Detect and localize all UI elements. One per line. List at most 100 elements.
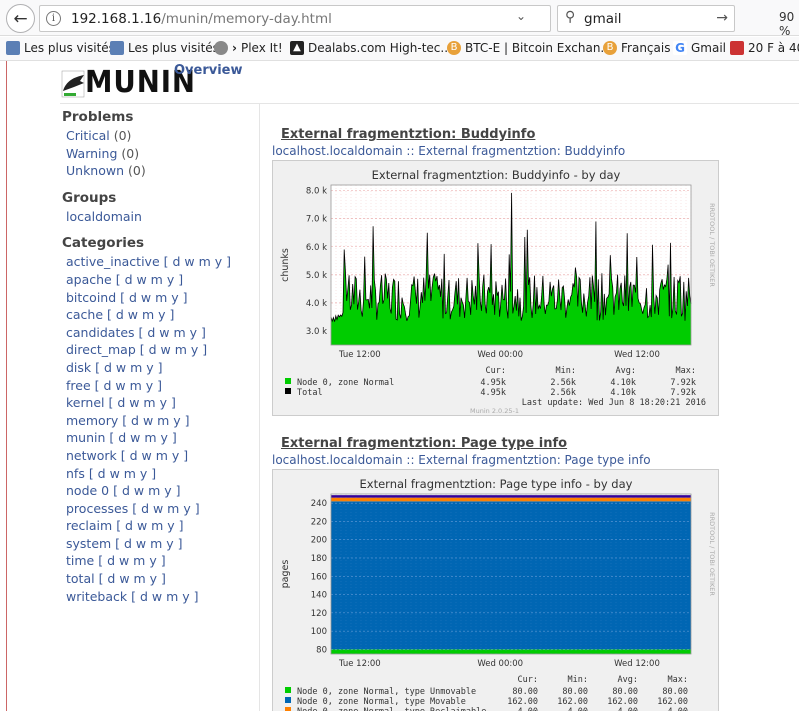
period-links[interactable]: [ d w m y ]	[120, 290, 187, 305]
bookmark-item[interactable]: Les plus visités	[110, 41, 219, 55]
category-link[interactable]: network	[66, 448, 121, 463]
search-icon: ⚲	[565, 9, 576, 25]
graph-section-buddyinfo: External fragmentztion: Buddyinfo localh…	[272, 127, 719, 416]
period-links[interactable]: [ d w m y ]	[98, 553, 165, 568]
legend-value: 4.95k	[480, 388, 506, 398]
y-tick-label: 80	[316, 645, 327, 655]
graph-heading[interactable]: External fragmentztion: Buddyinfo	[281, 127, 625, 144]
period-links[interactable]: [ d w m y ]	[116, 272, 183, 287]
legend-header: Min:	[568, 675, 588, 685]
legend-name: Total	[297, 388, 323, 398]
y-tick-label: 5.0 k	[306, 271, 327, 281]
bookmark-item[interactable]: G Gmail	[673, 41, 726, 55]
y-axis-label: pages	[280, 560, 291, 589]
graph-image[interactable]: External fragmentztion: Page type info -…	[272, 469, 719, 711]
period-links[interactable]: [ d w m y ]	[108, 395, 175, 410]
category-link[interactable]: node 0	[66, 483, 113, 498]
legend-value: 162.00	[507, 697, 538, 707]
graph-heading[interactable]: External fragmentztion: Page type info	[281, 436, 651, 453]
overview-link[interactable]: Overview	[174, 63, 243, 78]
graph-image[interactable]: External fragmentztion: Buddyinfo - by d…	[272, 160, 719, 416]
period-links[interactable]: [ d w m y ]	[115, 536, 182, 551]
period-links[interactable]: [ d w m y ]	[132, 501, 199, 516]
problem-label: Warning	[66, 145, 122, 161]
categories-list: active_inactive [ d w m y ] apache [ d w …	[62, 253, 257, 605]
category-link[interactable]: reclaim	[66, 518, 116, 533]
back-button[interactable]: ←	[6, 4, 35, 33]
category-link[interactable]: direct_map	[66, 342, 140, 357]
period-links[interactable]: [ d w m y ]	[116, 518, 183, 533]
breadcrumb[interactable]: localhost.localdomain :: External fragme…	[272, 453, 651, 469]
category-item: cache [ d w m y ]	[62, 306, 257, 324]
bookmark-item[interactable]: Les plus visités	[6, 41, 115, 55]
bookmark-item[interactable]: B BTC-E | Bitcoin Exchan...	[447, 41, 612, 55]
google-icon: G	[673, 41, 687, 55]
category-link[interactable]: apache	[66, 272, 116, 287]
category-link[interactable]: processes	[66, 501, 132, 516]
problem-link[interactable]: Warning (0)	[62, 145, 257, 163]
category-link[interactable]: disk	[66, 360, 95, 375]
chevron-down-icon[interactable]: ⌄	[516, 9, 526, 23]
search-input[interactable]: gmail	[584, 11, 622, 27]
zoom-level[interactable]: 90 %	[779, 10, 799, 38]
bookmark-item[interactable]: B Français	[603, 41, 670, 55]
period-links[interactable]: [ d w m y ]	[139, 325, 206, 340]
divider	[60, 103, 799, 104]
period-links[interactable]: [ d w m y ]	[131, 589, 198, 604]
category-link[interactable]: time	[66, 553, 98, 568]
problem-link[interactable]: Unknown (0)	[62, 162, 257, 180]
problems-list: Critical (0) Warning (0) Unknown (0)	[62, 127, 257, 180]
problem-count: (0)	[113, 128, 132, 143]
period-links[interactable]: [ d w m y ]	[95, 378, 162, 393]
search-go-arrow-icon[interactable]: →	[716, 10, 728, 26]
category-link[interactable]: memory	[66, 413, 122, 428]
browser-toolbar: ← i 192.168.1.16/munin/memory-day.html ⌄…	[0, 0, 799, 38]
category-link[interactable]: system	[66, 536, 115, 551]
period-links[interactable]: [ d w m y ]	[89, 466, 156, 481]
category-link[interactable]: bitcoind	[66, 290, 120, 305]
category-link[interactable]: total	[66, 571, 99, 586]
category-link[interactable]: active_inactive	[66, 254, 164, 269]
search-bar[interactable]: ⚲ gmail →	[557, 5, 735, 32]
category-link[interactable]: cache	[66, 307, 107, 322]
period-links[interactable]: [ d w m y ]	[107, 307, 174, 322]
legend-swatch	[285, 707, 291, 711]
bookmark-item[interactable]: 20 F à 40	[730, 41, 799, 55]
category-item: writeback [ d w m y ]	[62, 588, 257, 606]
info-icon[interactable]: i	[46, 11, 61, 26]
url-bar[interactable]: i 192.168.1.16/munin/memory-day.html ⌄ ↻	[39, 5, 574, 32]
category-link[interactable]: free	[66, 378, 95, 393]
period-links[interactable]: [ d w m y ]	[95, 360, 162, 375]
problem-label: Critical	[66, 128, 114, 143]
url-text[interactable]: 192.168.1.16/munin/memory-day.html	[71, 11, 332, 27]
category-link[interactable]: kernel	[66, 395, 108, 410]
breadcrumb[interactable]: localhost.localdomain :: External fragme…	[272, 144, 625, 160]
period-links[interactable]: [ d w m y ]	[113, 483, 180, 498]
problem-link[interactable]: Critical (0)	[62, 127, 257, 145]
legend-header: Avg:	[616, 366, 636, 376]
period-links[interactable]: [ d w m y ]	[122, 413, 189, 428]
period-links[interactable]: [ d w m y ]	[99, 571, 166, 586]
category-item: munin [ d w m y ]	[62, 429, 257, 447]
munin-logo[interactable]: MUNIN	[60, 65, 195, 100]
store-icon	[730, 41, 744, 55]
period-links[interactable]: [ d w m y ]	[121, 448, 188, 463]
group-link-localdomain[interactable]: localdomain	[62, 208, 257, 226]
category-item: kernel [ d w m y ]	[62, 394, 257, 412]
period-links[interactable]: [ d w m y ]	[164, 254, 231, 269]
bookmark-item[interactable]: › Plex It!	[214, 41, 283, 55]
divider	[259, 103, 260, 711]
period-links[interactable]: [ d w m y ]	[140, 342, 207, 357]
munin-version: Munin 2.0.25-1	[470, 407, 519, 415]
bookmark-item[interactable]: ▲ Dealabs.com High-tec...	[290, 41, 452, 55]
period-links[interactable]: [ d w m y ]	[109, 430, 176, 445]
legend-value: 7.92k	[670, 378, 696, 388]
problems-title: Problems	[62, 109, 134, 125]
category-link[interactable]: nfs	[66, 466, 89, 481]
legend-header: Min:	[556, 366, 576, 376]
category-link[interactable]: writeback	[66, 589, 131, 604]
legend-value: 4.00	[568, 707, 588, 711]
category-link[interactable]: munin	[66, 430, 109, 445]
category-link[interactable]: candidates	[66, 325, 139, 340]
category-item: apache [ d w m y ]	[62, 271, 257, 289]
